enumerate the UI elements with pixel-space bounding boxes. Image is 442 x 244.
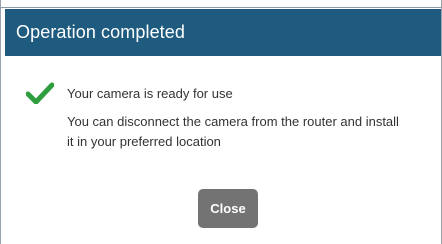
- instruction-message: You can disconnect the camera from the r…: [67, 114, 399, 149]
- window-top-strip: [1, 0, 441, 8]
- status-message: Your camera is ready for use: [67, 85, 233, 101]
- status-row: Your camera is ready for use: [25, 80, 426, 106]
- dialog-header: Operation completed: [5, 9, 441, 56]
- check-icon: [25, 82, 55, 105]
- dialog-content: Your camera is ready for use You can dis…: [25, 80, 426, 152]
- dialog-window: Operation completed Your camera is ready…: [0, 0, 442, 244]
- close-button[interactable]: Close: [198, 189, 258, 228]
- dialog-title: Operation completed: [16, 22, 185, 42]
